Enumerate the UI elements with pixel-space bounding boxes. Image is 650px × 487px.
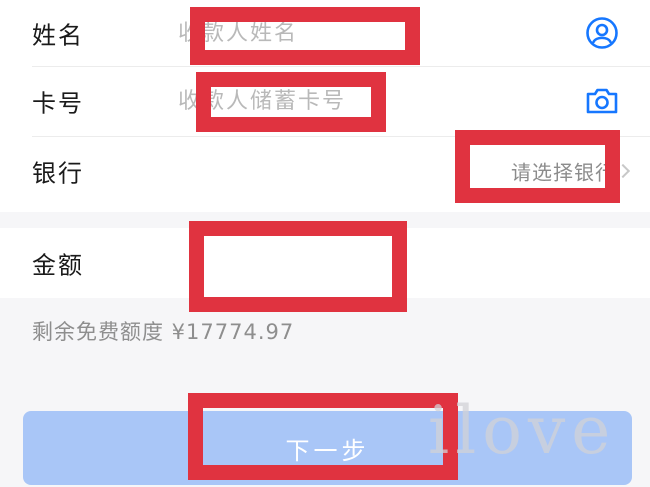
- bank-select[interactable]: 请选择银行: [511, 157, 616, 186]
- divider: [32, 66, 650, 67]
- amount-row: 金额: [0, 228, 650, 298]
- name-row: 姓名: [0, 0, 650, 66]
- chevron-right-icon: [615, 163, 631, 179]
- amount-card: 金额: [0, 228, 650, 298]
- camera-icon[interactable]: [584, 83, 620, 119]
- contact-icon[interactable]: [584, 15, 620, 51]
- card-number-input[interactable]: [178, 81, 538, 121]
- amount-input[interactable]: [178, 243, 538, 283]
- divider: [32, 136, 650, 137]
- name-input[interactable]: [178, 13, 538, 53]
- free-quota-text: 剩余免费额度 ¥17774.97: [32, 320, 295, 344]
- bank-row[interactable]: 银行 请选择银行: [0, 138, 650, 204]
- next-step-button[interactable]: 下一步: [23, 411, 632, 485]
- name-label: 姓名: [32, 21, 84, 50]
- card-number-row: 卡号: [0, 68, 650, 134]
- recipient-card: 姓名 卡号 银行 请选择银行: [0, 0, 650, 212]
- card-number-label: 卡号: [32, 89, 84, 118]
- amount-label: 金额: [32, 251, 84, 280]
- bank-label: 银行: [32, 159, 84, 188]
